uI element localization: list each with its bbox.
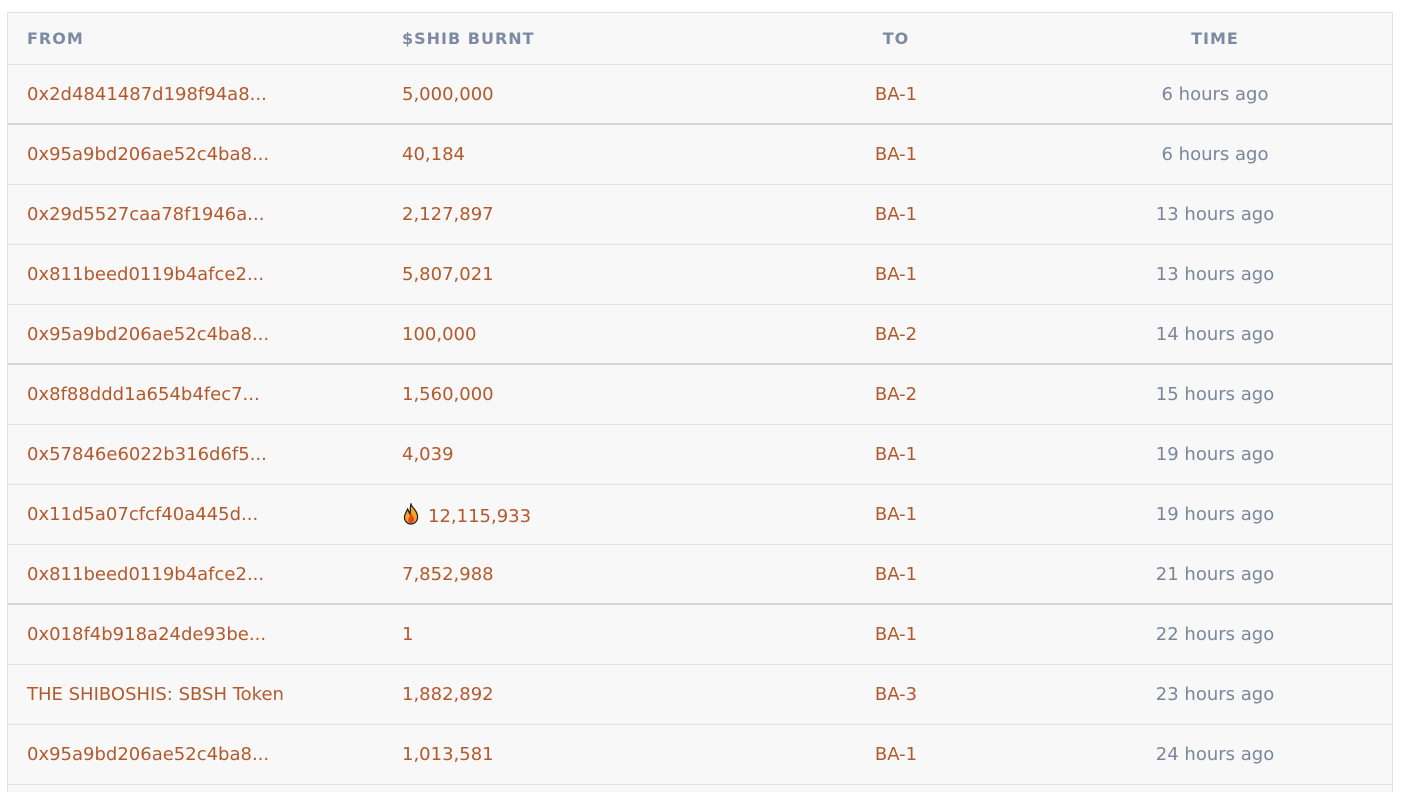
column-header-to: TO xyxy=(756,13,1036,65)
burnt-amount-link[interactable]: 1,560,000 xyxy=(382,364,756,425)
table-row: THE SHIBOSHIS: SBSH Token 1,882,892 BA-3… xyxy=(8,664,1392,725)
table-row: 0x811beed0119b4afce2... 5,807,021 BA-1 1… xyxy=(8,244,1392,305)
burnt-amount-link[interactable]: 100,000 xyxy=(382,304,756,365)
column-header-shib-burnt: $SHIB BURNT xyxy=(382,13,756,65)
table-row: 0x95a9bd206ae52c4ba8... 40,184 BA-1 6 ho… xyxy=(8,124,1392,185)
from-address-link[interactable]: 0x2d4841487d198f94a8... xyxy=(8,64,382,125)
table-row: 0x95a9bd206ae52c4ba8... 1,013,581 BA-1 2… xyxy=(8,724,1392,785)
column-header-time: TIME xyxy=(1036,13,1392,65)
time-ago: 19 hours ago xyxy=(1036,424,1392,485)
header-row: FROM $SHIB BURNT TO TIME xyxy=(8,13,1392,65)
to-address-link[interactable]: BA-1 xyxy=(756,484,1036,545)
to-address-link[interactable]: BA-2 xyxy=(756,364,1036,425)
column-header-from: FROM xyxy=(8,13,382,65)
table-header: FROM $SHIB BURNT TO TIME xyxy=(8,13,1392,65)
table-row: 0x018f4b918a24de93be... 1 BA-1 22 hours … xyxy=(8,604,1392,665)
burn-table: FROM $SHIB BURNT TO TIME 0x2d4841487d198… xyxy=(8,13,1392,785)
table-row: 0x8f88ddd1a654b4fec7... 1,560,000 BA-2 1… xyxy=(8,364,1392,425)
burnt-amount-link[interactable]: 4,039 xyxy=(382,424,756,485)
from-address-link[interactable]: 0x018f4b918a24de93be... xyxy=(8,604,382,665)
to-address-link[interactable]: BA-1 xyxy=(756,424,1036,485)
time-ago: 22 hours ago xyxy=(1036,604,1392,665)
from-address-link[interactable]: 0x811beed0119b4afce2... xyxy=(8,244,382,305)
table-row: 0x95a9bd206ae52c4ba8... 100,000 BA-2 14 … xyxy=(8,304,1392,365)
time-ago: 14 hours ago xyxy=(1036,304,1392,365)
table-row: 0x811beed0119b4afce2... 7,852,988 BA-1 2… xyxy=(8,544,1392,605)
time-ago: 6 hours ago xyxy=(1036,124,1392,185)
burnt-amount-link[interactable]: 12,115,933 xyxy=(382,484,756,545)
burnt-amount-link[interactable]: 1 xyxy=(382,604,756,665)
table-row: 0x2d4841487d198f94a8... 5,000,000 BA-1 6… xyxy=(8,64,1392,125)
burnt-amount-link[interactable]: 40,184 xyxy=(382,124,756,185)
time-ago: 6 hours ago xyxy=(1036,64,1392,125)
burnt-amount-link[interactable]: 5,807,021 xyxy=(382,244,756,305)
from-address-link[interactable]: 0x95a9bd206ae52c4ba8... xyxy=(8,724,382,785)
from-address-link[interactable]: THE SHIBOSHIS: SBSH Token xyxy=(8,664,382,725)
to-address-link[interactable]: BA-1 xyxy=(756,604,1036,665)
to-address-link[interactable]: BA-1 xyxy=(756,544,1036,605)
table-body: 0x2d4841487d198f94a8... 5,000,000 BA-1 6… xyxy=(8,64,1392,785)
time-ago: 13 hours ago xyxy=(1036,184,1392,245)
time-ago: 13 hours ago xyxy=(1036,244,1392,305)
to-address-link[interactable]: BA-2 xyxy=(756,304,1036,365)
burnt-amount-link[interactable]: 7,852,988 xyxy=(382,544,756,605)
table-row: 0x57846e6022b316d6f5... 4,039 BA-1 19 ho… xyxy=(8,424,1392,485)
burnt-amount-link[interactable]: 1,013,581 xyxy=(382,724,756,785)
flame-icon xyxy=(402,501,420,525)
from-address-link[interactable]: 0x29d5527caa78f1946a... xyxy=(8,184,382,245)
to-address-link[interactable]: BA-1 xyxy=(756,244,1036,305)
time-ago: 21 hours ago xyxy=(1036,544,1392,605)
burnt-amount-link[interactable]: 5,000,000 xyxy=(382,64,756,125)
time-ago: 19 hours ago xyxy=(1036,484,1392,545)
to-address-link[interactable]: BA-1 xyxy=(756,724,1036,785)
to-address-link[interactable]: BA-1 xyxy=(756,124,1036,185)
burnt-amount-link[interactable]: 1,882,892 xyxy=(382,664,756,725)
from-address-link[interactable]: 0x811beed0119b4afce2... xyxy=(8,544,382,605)
to-address-link[interactable]: BA-1 xyxy=(756,64,1036,125)
time-ago: 23 hours ago xyxy=(1036,664,1392,725)
burnt-amount-link[interactable]: 2,127,897 xyxy=(382,184,756,245)
table-row: 0x11d5a07cfcf40a445d... 12,115,933 BA-1 … xyxy=(8,484,1392,545)
time-ago: 24 hours ago xyxy=(1036,724,1392,785)
burn-transactions-table: FROM $SHIB BURNT TO TIME 0x2d4841487d198… xyxy=(7,12,1393,792)
from-address-link[interactable]: 0x57846e6022b316d6f5... xyxy=(8,424,382,485)
from-address-link[interactable]: 0x95a9bd206ae52c4ba8... xyxy=(8,124,382,185)
to-address-link[interactable]: BA-3 xyxy=(756,664,1036,725)
table-row: 0x29d5527caa78f1946a... 2,127,897 BA-1 1… xyxy=(8,184,1392,245)
burnt-amount-text: 12,115,933 xyxy=(428,505,532,527)
time-ago: 15 hours ago xyxy=(1036,364,1392,425)
to-address-link[interactable]: BA-1 xyxy=(756,184,1036,245)
from-address-link[interactable]: 0x11d5a07cfcf40a445d... xyxy=(8,484,382,545)
from-address-link[interactable]: 0x95a9bd206ae52c4ba8... xyxy=(8,304,382,365)
from-address-link[interactable]: 0x8f88ddd1a654b4fec7... xyxy=(8,364,382,425)
